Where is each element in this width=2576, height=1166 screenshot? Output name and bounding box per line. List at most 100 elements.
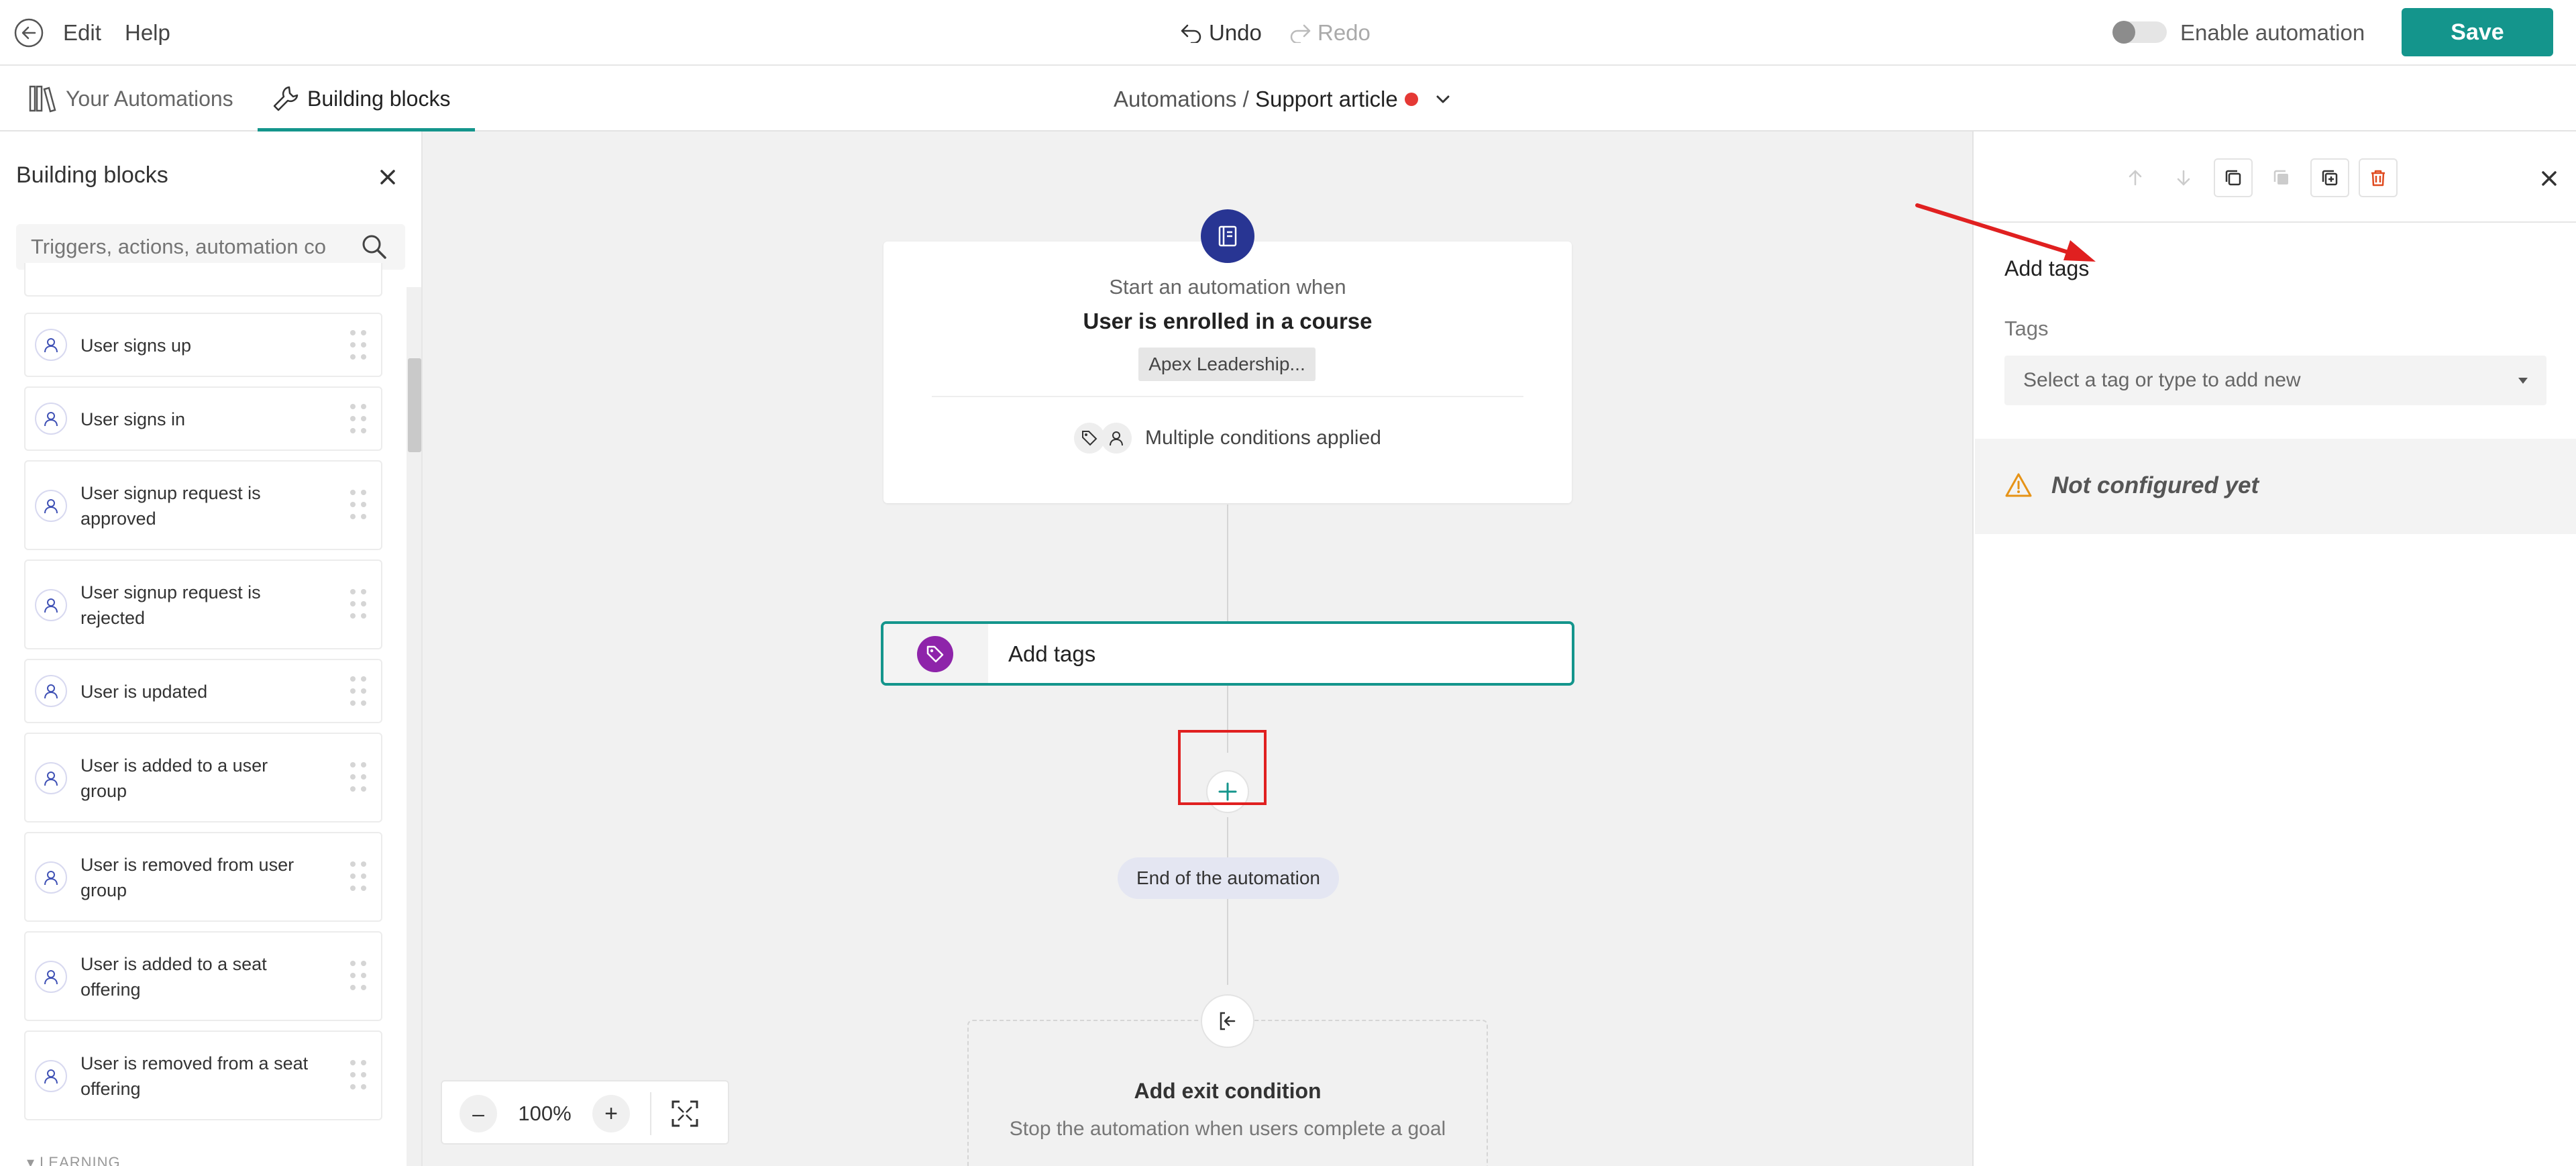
user-icon bbox=[35, 1060, 67, 1092]
drag-handle-icon[interactable] bbox=[350, 762, 368, 794]
list-item-partial[interactable] bbox=[24, 263, 382, 297]
warning-banner: Not configured yet bbox=[1975, 439, 2576, 534]
action-card-label: Add tags bbox=[1008, 641, 1096, 666]
list-item-user-signs-up[interactable]: User signs up bbox=[24, 313, 382, 377]
list-item-removed-from-seat[interactable]: User is removed from a seat offering bbox=[24, 1030, 382, 1120]
arrow-up-icon bbox=[2129, 170, 2142, 186]
breadcrumb-root[interactable]: Automations bbox=[1114, 87, 1236, 112]
user-icon bbox=[35, 329, 67, 361]
caret-down-icon bbox=[2518, 378, 2528, 384]
section-label-text: LEARNING bbox=[40, 1154, 121, 1166]
list-item-user-signs-in[interactable]: User signs in bbox=[24, 386, 382, 451]
end-of-automation-pill: End of the automation bbox=[1118, 857, 1339, 899]
tab-building-blocks-label: Building blocks bbox=[307, 86, 451, 111]
exit-icon bbox=[1201, 994, 1254, 1048]
list-item-added-to-group[interactable]: User is added to a user group bbox=[24, 733, 382, 823]
zoom-out-button[interactable]: – bbox=[460, 1095, 497, 1132]
drag-handle-icon[interactable] bbox=[350, 589, 368, 621]
warning-icon bbox=[2005, 473, 2032, 497]
tab-your-automations[interactable]: Your Automations bbox=[28, 82, 233, 115]
section-label-learning[interactable]: ▾ LEARNING bbox=[27, 1154, 121, 1166]
delete-button[interactable] bbox=[2359, 158, 2398, 197]
tag-icon bbox=[917, 636, 953, 672]
connector-line bbox=[1227, 817, 1228, 985]
trigger-course-icon bbox=[1201, 209, 1254, 263]
trigger-subtitle: Start an automation when bbox=[1109, 275, 1346, 299]
list-item-label: User is updated bbox=[80, 682, 208, 702]
drag-handle-icon[interactable] bbox=[350, 961, 368, 993]
action-card-add-tags[interactable]: Add tags bbox=[881, 621, 1574, 686]
drag-handle-icon[interactable] bbox=[350, 404, 368, 436]
drag-handle-icon[interactable] bbox=[350, 676, 368, 708]
scrollbar-thumb[interactable] bbox=[408, 358, 421, 452]
automation-canvas[interactable]: Start an automation when User is enrolle… bbox=[423, 131, 1972, 1166]
card-divider bbox=[932, 396, 1523, 397]
toggle-knob bbox=[2112, 21, 2135, 44]
drag-handle-icon[interactable] bbox=[350, 1060, 368, 1092]
unsaved-indicator bbox=[1404, 93, 1418, 106]
list-item-user-updated[interactable]: User is updated bbox=[24, 659, 382, 723]
list-item-label: User signs up bbox=[80, 335, 192, 356]
user-condition-icon bbox=[1101, 423, 1132, 454]
drag-handle-icon[interactable] bbox=[350, 330, 368, 362]
duplicate-button[interactable] bbox=[2310, 158, 2349, 197]
breadcrumb: Automations / Support article bbox=[1114, 83, 1453, 115]
move-up-button[interactable] bbox=[2116, 158, 2155, 197]
zoom-out-label: – bbox=[472, 1101, 484, 1126]
drag-handle-icon[interactable] bbox=[350, 490, 368, 522]
course-chip-label: Apex Leadership... bbox=[1148, 354, 1305, 374]
edit-menu[interactable]: Edit bbox=[63, 20, 101, 46]
save-button[interactable]: Save bbox=[2402, 8, 2553, 56]
enable-automation-label: Enable automation bbox=[2180, 20, 2365, 45]
tab-building-blocks[interactable]: Building blocks bbox=[258, 66, 475, 131]
wrench-icon bbox=[273, 86, 299, 111]
list-item-signup-rejected[interactable]: User signup request is rejected bbox=[24, 560, 382, 649]
trash-icon bbox=[2371, 170, 2385, 187]
conditions-label: Multiple conditions applied bbox=[1145, 427, 1381, 449]
list-item-added-to-seat[interactable]: User is added to a seat offering bbox=[24, 931, 382, 1021]
list-item-label: User signs in bbox=[80, 409, 186, 429]
back-icon[interactable] bbox=[13, 17, 44, 48]
list-item-label: User is added to a user group bbox=[80, 755, 268, 801]
conditions-row[interactable]: Multiple conditions applied bbox=[883, 423, 1572, 454]
search-input[interactable] bbox=[30, 231, 358, 263]
list-item-label: User is removed from a seat offering bbox=[80, 1053, 309, 1099]
list-item-signup-approved[interactable]: User signup request is approved bbox=[24, 460, 382, 550]
user-icon bbox=[35, 490, 67, 522]
tags-select[interactable]: Select a tag or type to add new bbox=[2004, 356, 2546, 405]
list-item-label: User is added to a seat offering bbox=[80, 954, 267, 1000]
paste-icon bbox=[2273, 170, 2288, 184]
undo-button[interactable]: Undo bbox=[1179, 17, 1262, 48]
user-icon bbox=[35, 762, 67, 794]
zoom-divider bbox=[650, 1092, 651, 1135]
annotation-highlight-box bbox=[1178, 730, 1267, 805]
copy-button[interactable] bbox=[2214, 158, 2253, 197]
zoom-level: 100% bbox=[518, 1102, 572, 1125]
list-item-label: User signup request is rejected bbox=[80, 582, 261, 628]
redo-label: Redo bbox=[1318, 20, 1371, 45]
tags-select-placeholder: Select a tag or type to add new bbox=[2023, 369, 2301, 391]
help-menu[interactable]: Help bbox=[125, 20, 170, 46]
drag-handle-icon[interactable] bbox=[350, 861, 368, 894]
close-properties-icon[interactable] bbox=[2538, 168, 2560, 189]
paste-button[interactable] bbox=[2262, 158, 2301, 197]
search-icon[interactable] bbox=[360, 232, 389, 262]
exit-title: Add exit condition bbox=[1134, 1079, 1322, 1103]
close-panel-icon[interactable] bbox=[377, 166, 398, 188]
annotation-arrow bbox=[1915, 203, 2096, 262]
enable-automation-toggle[interactable] bbox=[2112, 21, 2167, 44]
list-item-removed-from-group[interactable]: User is removed from user group bbox=[24, 832, 382, 922]
zoom-in-button[interactable]: + bbox=[592, 1095, 630, 1132]
chevron-down-icon[interactable] bbox=[1433, 89, 1453, 109]
fit-screen-icon[interactable] bbox=[669, 1098, 701, 1130]
zoom-in-label: + bbox=[604, 1100, 618, 1126]
move-down-button[interactable] bbox=[2164, 158, 2203, 197]
breadcrumb-separator: / bbox=[1236, 87, 1255, 111]
duplicate-icon bbox=[2322, 170, 2338, 186]
warning-label: Not configured yet bbox=[2051, 472, 2259, 498]
trigger-card[interactable]: Start an automation when User is enrolle… bbox=[883, 242, 1572, 503]
undo-label: Undo bbox=[1209, 20, 1262, 45]
redo-icon bbox=[1290, 24, 1311, 43]
list-item-label: User is removed from user group bbox=[80, 855, 294, 900]
redo-button[interactable]: Redo bbox=[1288, 17, 1371, 48]
